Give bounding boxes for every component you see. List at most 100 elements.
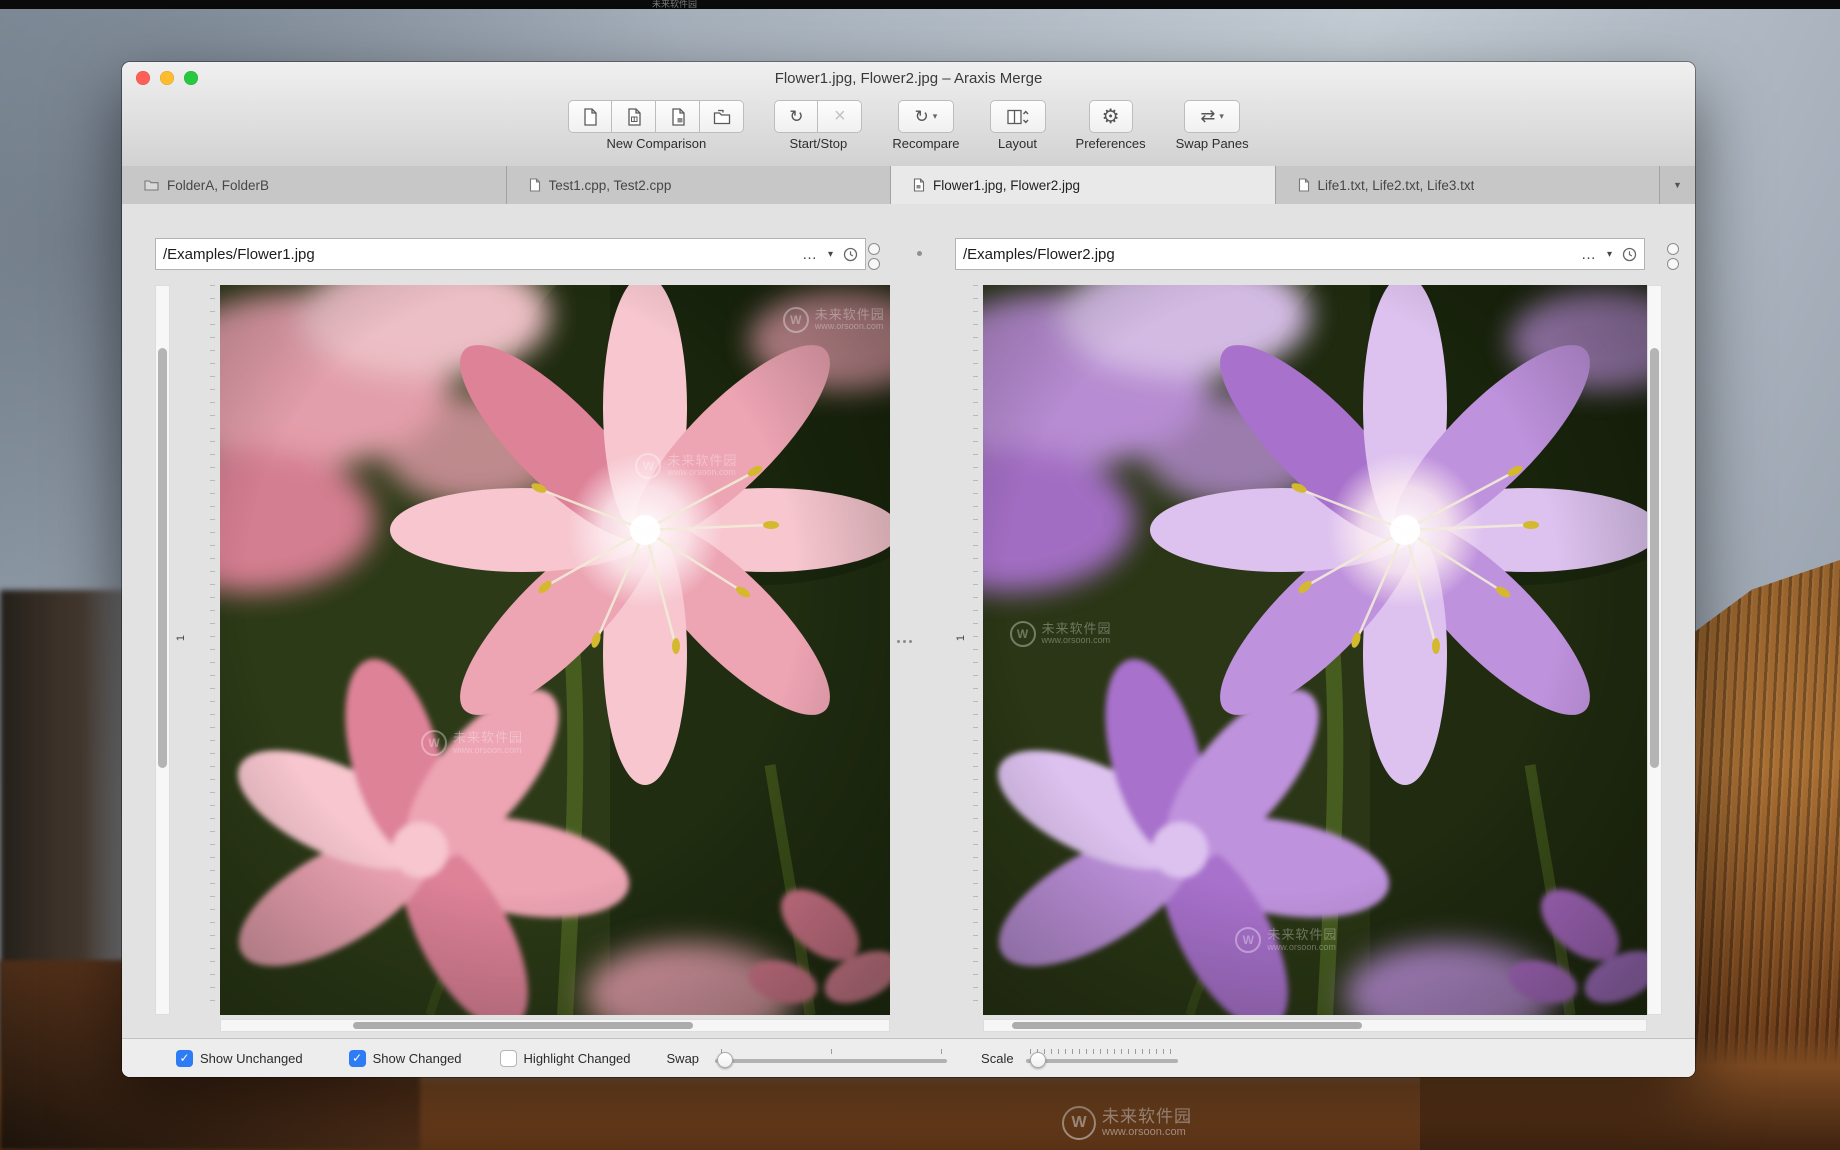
start-button[interactable]: ↻ — [774, 100, 819, 133]
slider-thumb[interactable] — [717, 1052, 734, 1068]
toolbar-label-preferences: Preferences — [1075, 136, 1146, 151]
clock-icon — [843, 247, 858, 261]
link-dot — [917, 251, 922, 256]
stop-x-icon: × — [834, 105, 846, 127]
right-link-indicator[interactable] — [1667, 243, 1679, 270]
show-changed-label: Show Changed — [372, 1050, 462, 1066]
watermark: 未来软件园 — [652, 0, 698, 9]
path-dropdown-button[interactable]: ▾ — [1607, 249, 1612, 260]
path-dropdown-button[interactable]: ▾ — [828, 249, 833, 260]
binary-document-icon — [628, 107, 641, 126]
flower1-image — [220, 285, 890, 1015]
highlight-changed-option[interactable]: Highlight Changed — [499, 1049, 631, 1067]
history-clock-button[interactable] — [1622, 247, 1637, 262]
tab-life1-life2-life3[interactable]: Life1.txt, Life2.txt, Life3.txt — [1275, 166, 1660, 204]
scrollbar-thumb[interactable] — [1012, 1022, 1362, 1029]
right-ruler-ticks — [973, 285, 978, 1011]
browse-ellipsis-button[interactable]: … — [1581, 246, 1597, 263]
toolbar-group-swap-panes: ⇄ ▾ Swap Panes — [1176, 100, 1249, 151]
flower2-image — [983, 285, 1647, 1015]
toolbar-group-preferences: ⚙ Preferences — [1076, 100, 1146, 151]
tab-flower1-flower2[interactable]: Flower1.jpg, Flower2.jpg — [891, 166, 1276, 204]
right-vertical-scrollbar[interactable] — [1647, 285, 1662, 1015]
highlight-changed-label: Highlight Changed — [523, 1050, 631, 1066]
show-unchanged-label: Show Unchanged — [200, 1050, 303, 1066]
browse-ellipsis-button[interactable]: … — [802, 246, 818, 263]
scale-slider-label: Scale — [981, 1050, 1014, 1066]
swap-slider[interactable] — [715, 1047, 948, 1069]
toolbar-group-layout: Layout — [989, 100, 1046, 151]
layout-button[interactable] — [989, 100, 1046, 133]
window-chrome: Flower1.jpg, Flower2.jpg – Araxis Merge — [122, 62, 1695, 167]
slider-track[interactable] — [1025, 1059, 1178, 1063]
left-line-marker: 1 — [175, 634, 188, 642]
right-horizontal-scrollbar[interactable] — [983, 1019, 1647, 1032]
chevron-down-icon: ▼ — [1673, 180, 1682, 190]
left-image-pane[interactable]: W 未来软件园 www.orsoon.com W 未来软件园 www.orsoon.co… — [220, 285, 890, 1015]
document-icon — [1298, 178, 1309, 192]
comparison-content: /Examples/Flower1.jpg … ▾ /Examples/Flow… — [122, 204, 1695, 1077]
scrollbar-thumb[interactable] — [353, 1022, 693, 1029]
toolbar-label-start-stop: Start/Stop — [789, 136, 848, 151]
scrollbar-thumb[interactable] — [1650, 348, 1659, 768]
reload-icon: ↻ — [789, 106, 804, 126]
chevron-down-icon: ▾ — [1219, 111, 1224, 121]
swap-panes-button[interactable]: ⇄ ▾ — [1184, 100, 1241, 133]
slider-track[interactable] — [715, 1059, 948, 1063]
folder-icon — [144, 180, 159, 191]
splitter-handle[interactable] — [897, 640, 912, 643]
document-icon — [584, 107, 597, 126]
tab-bar: FolderA, FolderB Test1.cpp, Test2.cpp Fl… — [122, 166, 1695, 204]
show-unchanged-option[interactable]: ✓ Show Unchanged — [176, 1049, 303, 1067]
new-binary-comparison-button[interactable] — [612, 100, 657, 133]
left-vertical-scrollbar[interactable] — [155, 285, 170, 1015]
slider-thumb[interactable] — [1029, 1052, 1046, 1068]
checkbox-checked-icon[interactable]: ✓ — [176, 1049, 193, 1067]
recompare-button[interactable]: ↻ ▾ — [897, 100, 954, 133]
image-document-icon — [672, 107, 685, 126]
new-text-comparison-button[interactable] — [568, 100, 613, 133]
right-line-marker: 1 — [955, 634, 968, 642]
swap-arrows-icon: ⇄ — [1200, 106, 1216, 126]
preferences-button[interactable]: ⚙ — [1088, 100, 1133, 133]
tab-overflow-button[interactable]: ▼ — [1660, 166, 1695, 204]
new-folder-comparison-button[interactable] — [700, 100, 745, 133]
app-window: Flower1.jpg, Flower2.jpg – Araxis Merge — [122, 62, 1695, 1077]
scale-slider[interactable] — [1025, 1047, 1178, 1069]
recompare-icon: ↻ — [914, 106, 929, 126]
titlebar: Flower1.jpg, Flower2.jpg – Araxis Merge — [122, 62, 1695, 94]
tab-foldera-folderb[interactable]: FolderA, FolderB — [122, 166, 507, 204]
history-clock-button[interactable] — [843, 247, 858, 262]
scrollbar-thumb[interactable] — [158, 348, 167, 768]
new-image-comparison-button[interactable] — [656, 100, 701, 133]
window-title: Flower1.jpg, Flower2.jpg – Araxis Merge — [774, 70, 1043, 87]
left-horizontal-scrollbar[interactable] — [220, 1019, 890, 1032]
toolbar: New Comparison ↻ × Start/Stop ↻ ▾ Recompa… — [122, 94, 1695, 166]
toolbar-group-start-stop: ↻ × Start/Stop — [774, 100, 863, 151]
checkbox-checked-icon[interactable]: ✓ — [348, 1049, 366, 1067]
left-path-text: /Examples/Flower1.jpg — [163, 245, 315, 263]
right-path-text: /Examples/Flower2.jpg — [963, 245, 1115, 263]
swap-slider-label: Swap — [666, 1050, 700, 1066]
left-link-indicator[interactable] — [868, 243, 880, 270]
right-image-pane[interactable]: W 未来软件园 www.orsoon.com W 未来软件园 www.orsoon.co… — [983, 285, 1647, 1015]
toolbar-label-new-comparison: New Comparison — [606, 136, 707, 151]
gear-icon: ⚙ — [1101, 106, 1120, 128]
show-changed-option[interactable]: ✓ Show Changed — [348, 1049, 462, 1067]
stop-button[interactable]: × — [818, 100, 863, 133]
bottom-options-bar: ✓ Show Unchanged ✓ Show Changed Highligh… — [122, 1038, 1695, 1077]
toolbar-group-recompare: ↻ ▾ Recompare — [892, 100, 960, 151]
image-document-icon — [913, 178, 925, 192]
right-path-field[interactable]: /Examples/Flower2.jpg … ▾ — [955, 238, 1645, 270]
top-black-strip — [0, 0, 1840, 9]
folder-icon — [713, 109, 730, 124]
chevron-down-icon: ▾ — [932, 111, 938, 121]
tab-test1-test2[interactable]: Test1.cpp, Test2.cpp — [506, 166, 891, 204]
toolbar-label-swap-panes: Swap Panes — [1175, 136, 1249, 151]
toolbar-label-recompare: Recompare — [892, 136, 960, 151]
toolbar-label-layout: Layout — [998, 136, 1038, 151]
document-icon — [529, 178, 540, 192]
left-ruler-ticks — [210, 285, 215, 1011]
checkbox-unchecked-icon[interactable] — [499, 1049, 517, 1067]
left-path-field[interactable]: /Examples/Flower1.jpg … ▾ — [155, 238, 866, 270]
